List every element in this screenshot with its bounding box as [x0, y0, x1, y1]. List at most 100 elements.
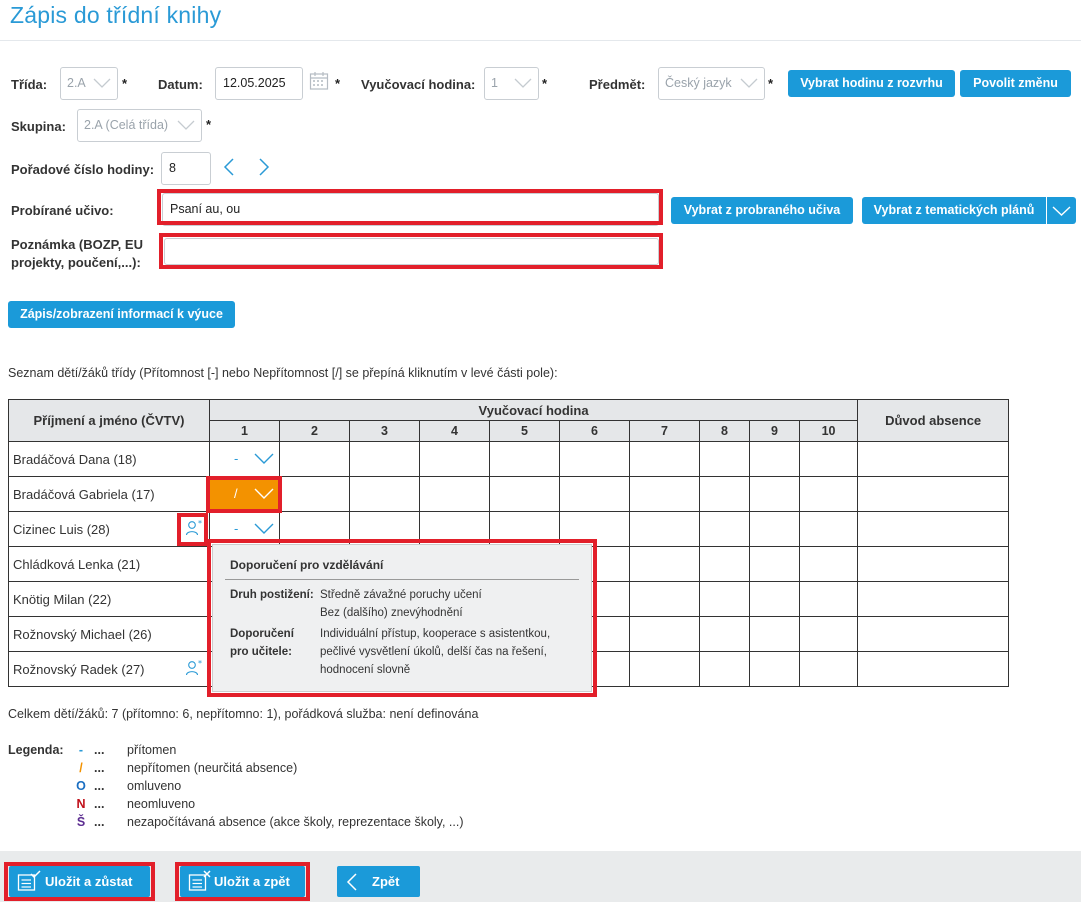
chevron-right-icon[interactable]	[257, 157, 271, 177]
allow-change-button[interactable]: Povolit změnu	[960, 70, 1071, 97]
highlight-absent-cell	[206, 476, 282, 513]
plans-dropdown-button[interactable]	[1047, 197, 1076, 224]
pick-from-topics-button[interactable]: Vybrat z probraného učiva	[671, 197, 853, 224]
attendance-cell[interactable]	[749, 616, 800, 652]
attendance-cell[interactable]	[699, 441, 750, 477]
absence-reason-cell[interactable]	[857, 476, 1010, 512]
lesson-select[interactable]: 1	[484, 67, 539, 100]
subject-select[interactable]: Český jazyk	[658, 67, 765, 100]
group-select[interactable]: 2.A (Celá třída)	[77, 109, 202, 142]
legend-symbol: N	[76, 797, 86, 811]
legend-title: Legenda:	[8, 743, 64, 757]
attendance-cell[interactable]	[349, 476, 420, 512]
student-name: Bradáčová Gabriela (17)	[13, 486, 155, 502]
class-select[interactable]: 2.A	[60, 67, 118, 100]
attendance-cell[interactable]	[629, 546, 700, 582]
attendance-cell[interactable]: -	[209, 441, 280, 477]
lesson-number: 7	[629, 420, 700, 442]
attendance-cell[interactable]	[629, 441, 700, 477]
col-header-lessons: Vyučovací hodina	[208, 399, 859, 421]
tooltip-recommend-label-line: Doporučení	[230, 628, 294, 640]
attendance-cell[interactable]	[699, 581, 750, 617]
attendance-cell[interactable]	[629, 581, 700, 617]
attendance-cell[interactable]	[489, 476, 560, 512]
back-button[interactable]: Zpět	[337, 866, 420, 897]
legend-text: nezapočítávaná absence (akce školy, repr…	[127, 815, 464, 829]
student-name-cell: Rožnovský Radek (27) *	[8, 651, 210, 687]
lesson-number: 8	[699, 420, 750, 442]
student-name-cell: Rožnovský Michael (26)	[8, 616, 210, 652]
support-tooltip: Doporučení pro vzdělávání Druh postižení…	[212, 544, 592, 692]
attendance-cell[interactable]	[699, 616, 750, 652]
student-name: Knötig Milan (22)	[13, 591, 112, 607]
title-divider	[0, 40, 1081, 41]
attendance-cell[interactable]	[559, 476, 630, 512]
tooltip-recommend-line: pečlivé vysvětlení úkolů, delší čas na ř…	[320, 646, 547, 658]
attendance-cell[interactable]	[699, 546, 750, 582]
attendance-select[interactable]: -	[210, 442, 279, 476]
col-header-name: Příjmení a jméno (ČVTV)	[8, 399, 210, 442]
attendance-cell[interactable]	[798, 616, 859, 652]
attendance-cell[interactable]	[749, 651, 800, 687]
date-input[interactable]: 12.05.2025	[215, 67, 303, 100]
chevron-left-icon	[346, 873, 357, 891]
calendar-icon[interactable]	[309, 71, 329, 91]
attendance-cell[interactable]	[798, 441, 859, 477]
footer-bar	[0, 851, 1081, 902]
legend-text: přítomen	[127, 743, 177, 757]
pick-from-plans-button[interactable]: Vybrat z tematických plánů	[862, 197, 1046, 224]
attendance-cell[interactable]	[798, 511, 859, 547]
absence-reason-cell[interactable]	[857, 651, 1010, 687]
attendance-summary: Celkem dětí/žáků: 7 (přítomno: 6, nepřít…	[8, 707, 479, 721]
tooltip-disability-line: Středně závažné poruchy učení	[320, 589, 482, 601]
attendance-cell[interactable]	[699, 511, 750, 547]
lesson-value: 1	[491, 76, 498, 90]
attendance-cell[interactable]	[629, 651, 700, 687]
absence-reason-cell[interactable]	[857, 511, 1010, 547]
attendance-cell[interactable]	[798, 581, 859, 617]
absence-reason-cell[interactable]	[857, 581, 1010, 617]
tooltip-recommend-value: Individuální přístup, kooperace s asiste…	[320, 625, 580, 679]
attendance-cell[interactable]	[699, 651, 750, 687]
attendance-cell[interactable]	[349, 441, 420, 477]
attendance-cell[interactable]	[629, 476, 700, 512]
student-name-cell: Chládková Lenka (21)	[8, 546, 210, 582]
lesson-number: 4	[419, 420, 490, 442]
attendance-cell[interactable]	[629, 511, 700, 547]
order-input[interactable]: 8	[161, 152, 211, 185]
class-label: Třída:	[11, 77, 48, 92]
tooltip-recommend-label: Doporučení pro učitele:	[230, 625, 294, 661]
attendance-cell[interactable]	[419, 441, 490, 477]
attendance-cell[interactable]	[419, 476, 490, 512]
attendance-cell[interactable]	[749, 581, 800, 617]
chevron-left-icon[interactable]	[222, 157, 236, 177]
required-mark: *	[768, 76, 774, 91]
group-label: Skupina:	[11, 119, 66, 134]
attendance-cell[interactable]	[279, 441, 350, 477]
attendance-cell[interactable]	[699, 476, 750, 512]
save-back-button[interactable]: Uložit a zpět	[180, 866, 305, 897]
topic-label: Probírané učivo:	[11, 203, 114, 218]
lesson-info-button[interactable]: Zápis/zobrazení informací k výuce	[8, 301, 235, 328]
student-name: Cizinec Luis (28)	[13, 521, 110, 537]
attendance-cell[interactable]	[749, 546, 800, 582]
absence-reason-cell[interactable]	[857, 546, 1010, 582]
attendance-cell[interactable]	[798, 651, 859, 687]
attendance-cell[interactable]	[489, 441, 560, 477]
attendance-cell[interactable]	[749, 476, 800, 512]
chevron-down-icon	[254, 523, 274, 534]
pick-from-schedule-button[interactable]: Vybrat hodinu z rozvrhu	[788, 70, 955, 97]
save-stay-button[interactable]: Uložit a zůstat	[9, 866, 150, 897]
attendance-cell[interactable]	[798, 476, 859, 512]
support-measures-icon[interactable]: *	[185, 660, 203, 676]
order-label: Pořadové číslo hodiny:	[11, 162, 155, 177]
attendance-cell[interactable]	[279, 476, 350, 512]
attendance-cell[interactable]	[749, 441, 800, 477]
tooltip-disability-line: Bez (dalšího) znevýhodnění	[320, 607, 463, 619]
absence-reason-cell[interactable]	[857, 616, 1010, 652]
absence-reason-cell[interactable]	[857, 441, 1010, 477]
attendance-cell[interactable]	[798, 546, 859, 582]
attendance-cell[interactable]	[629, 616, 700, 652]
attendance-cell[interactable]	[749, 511, 800, 547]
attendance-cell[interactable]	[559, 441, 630, 477]
